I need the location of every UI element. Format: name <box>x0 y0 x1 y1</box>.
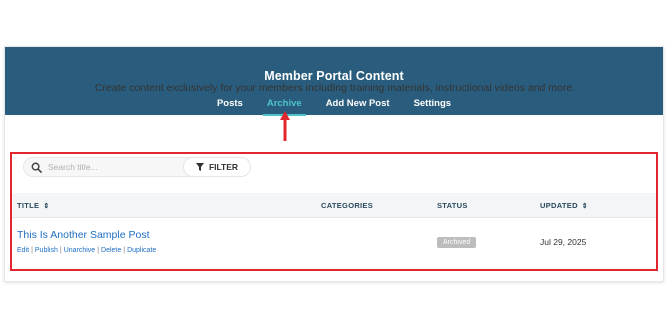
tab-settings[interactable]: Settings <box>414 98 451 109</box>
page-title: Member Portal Content <box>264 69 404 83</box>
sort-arrows-icon[interactable]: ⇕ <box>43 202 49 210</box>
column-title-label: TITLE <box>17 201 40 210</box>
tab-bar: Posts Archive Add New Post Settings <box>5 98 663 116</box>
post-title-link[interactable]: This Is Another Sample Post <box>17 229 149 241</box>
duplicate-link[interactable]: Duplicate <box>127 247 156 254</box>
updated-date: Jul 29, 2025 <box>540 237 587 247</box>
search-input[interactable] <box>48 162 176 172</box>
filter-button[interactable]: FILTER <box>183 157 251 177</box>
tab-add-new-post[interactable]: Add New Post <box>326 98 390 109</box>
column-categories-label: CATEGORIES <box>321 201 374 210</box>
tab-archive[interactable]: Archive <box>262 98 306 116</box>
column-title[interactable]: TITLE ⇕ <box>17 201 50 210</box>
status-badge: Archived <box>437 237 477 248</box>
intro-text: Create content exclusively for your memb… <box>94 82 576 94</box>
column-updated-label: UPDATED <box>540 201 578 210</box>
column-status-label: STATUS <box>437 201 468 210</box>
row-actions: Edit | Publish | Unarchive | Delete | Duplicate <box>17 247 157 254</box>
page: Member Portal Content Posts Archive Add … <box>0 0 670 335</box>
table-header: TITLE ⇕ CATEGORIES STATUS UPDATED ⇕ <box>12 193 656 218</box>
publish-link[interactable]: Publish <box>35 247 58 254</box>
filter-label: FILTER <box>208 162 239 172</box>
column-updated[interactable]: UPDATED ⇕ <box>540 201 588 210</box>
header-bar: Member Portal Content Posts Archive Add … <box>5 47 663 116</box>
column-categories: CATEGORIES <box>321 201 373 210</box>
table-row: This Is Another Sample Post Edit | Publish… <box>12 219 656 269</box>
funnel-icon <box>195 163 204 171</box>
magnifier-icon <box>24 162 48 173</box>
sort-arrows-icon[interactable]: ⇕ <box>582 202 588 210</box>
edit-link[interactable]: Edit <box>17 247 29 254</box>
red-up-arrow-icon <box>280 111 290 141</box>
column-status: STATUS <box>437 201 468 210</box>
delete-link[interactable]: Delete <box>101 247 121 254</box>
tab-posts[interactable]: Posts <box>217 98 243 109</box>
unarchive-link[interactable]: Unarchive <box>64 247 96 254</box>
